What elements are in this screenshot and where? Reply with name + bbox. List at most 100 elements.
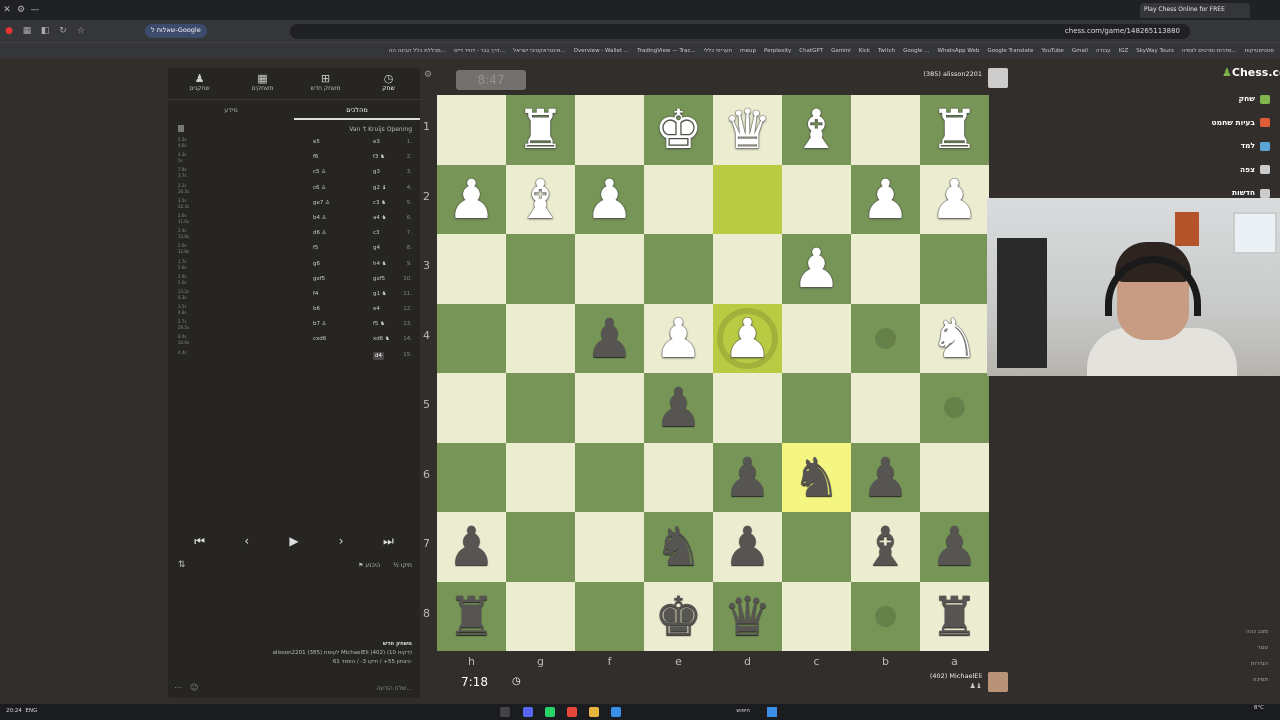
nav-bottom-item[interactable]: הגדרות — [1251, 661, 1268, 667]
flip-board-icon[interactable]: ⇅ — [178, 560, 186, 570]
bookmark-item[interactable]: אינטראקטיבי ישראל... — [513, 48, 566, 54]
black-move[interactable]: f5 — [313, 245, 318, 251]
square-h4[interactable] — [437, 303, 506, 373]
bookmark-item[interactable]: Google Translate — [987, 48, 1033, 54]
square-f2[interactable]: ♟ — [575, 164, 644, 234]
apps-icon[interactable]: ▦ — [18, 26, 36, 36]
square-h1[interactable] — [437, 95, 506, 165]
extension-icon[interactable]: ◧ — [36, 26, 54, 36]
square-g6[interactable] — [506, 442, 575, 512]
square-f4[interactable]: ♟ — [575, 303, 644, 374]
white-move[interactable]: f3 ♞ — [373, 154, 385, 160]
square-g8[interactable] — [506, 581, 575, 651]
nav-item[interactable]: צפה — [1240, 165, 1270, 174]
legal-move-dot[interactable] — [875, 605, 896, 627]
tab-players[interactable]: ♟ שחקנים — [168, 68, 231, 99]
next-move-button[interactable]: › — [322, 530, 361, 552]
square-f7[interactable] — [575, 512, 644, 582]
bookmark-item[interactable]: Kick — [859, 48, 870, 54]
square-a3[interactable] — [920, 234, 989, 304]
black-pawn-icon[interactable]: ♟ — [851, 443, 920, 513]
bookmark-item[interactable]: סדרות וסרטים לצפיה... — [1182, 48, 1237, 54]
square-h5[interactable] — [437, 373, 506, 443]
white-pawn-icon[interactable]: ♟ — [644, 304, 713, 374]
bookmark-item[interactable]: IGZ — [1119, 48, 1129, 54]
square-e5[interactable]: ♟ — [644, 373, 713, 443]
white-knight-icon[interactable]: ♞ — [920, 304, 989, 374]
tab-info[interactable]: מידע — [168, 100, 294, 120]
tab-games[interactable]: ▦ משחקים — [231, 68, 294, 99]
white-bishop-icon[interactable]: ♝ — [506, 165, 575, 235]
square-d7[interactable]: ♟ — [713, 512, 782, 582]
white-move[interactable]: g4 — [373, 245, 380, 251]
bookmark-item[interactable]: ChatGPT — [799, 48, 823, 54]
chrome-app-icon[interactable] — [567, 707, 577, 717]
bookmark-item[interactable]: מכללת כלל הבינה הה... — [389, 48, 446, 54]
square-h3[interactable] — [437, 234, 506, 304]
bookmark-item[interactable]: Google ... — [903, 48, 929, 54]
square-h6[interactable] — [437, 442, 506, 512]
square-g1[interactable]: ♜ — [506, 95, 575, 165]
black-pawn-icon[interactable]: ♟ — [575, 304, 644, 374]
white-pawn-icon[interactable]: ♟ — [920, 165, 989, 235]
reload-icon[interactable]: ↻ — [54, 26, 72, 36]
square-g7[interactable] — [506, 512, 575, 582]
square-e7[interactable]: ♞ — [644, 512, 713, 582]
square-c3[interactable]: ♟ — [782, 234, 851, 304]
opponent-avatar[interactable] — [988, 68, 1008, 88]
square-a1[interactable]: ♜ — [920, 95, 989, 165]
square-e1[interactable]: ♚ — [644, 95, 713, 165]
white-move[interactable]: g2 ♝ — [373, 185, 387, 191]
url-field[interactable]: chess.com/game/148265113880 — [290, 24, 1190, 39]
nav-bottom-item[interactable]: תמיכה — [1253, 677, 1268, 683]
black-move[interactable]: b4 ♙ — [313, 215, 327, 221]
minimize-icon[interactable]: — — [28, 5, 42, 15]
square-b8[interactable] — [851, 581, 920, 651]
windows-start-icon[interactable] — [767, 707, 777, 717]
black-move[interactable]: b6 — [313, 306, 320, 312]
white-pawn-icon[interactable]: ♟ — [713, 304, 782, 374]
black-move[interactable]: f4 — [313, 291, 318, 297]
square-c2[interactable] — [782, 164, 851, 234]
tab-new-game[interactable]: ⊞ משחק חדש — [294, 68, 357, 99]
bookmark-item[interactable]: תעריפי כללי — [704, 48, 732, 54]
white-rook-icon[interactable]: ♜ — [920, 95, 989, 165]
black-knight-icon[interactable]: ♞ — [782, 443, 851, 513]
resign-button[interactable]: ⚑ היכנע — [358, 562, 380, 569]
white-move[interactable]: f5 ♞ — [373, 321, 385, 327]
bookmark-item[interactable]: SkyWay Tours — [1136, 48, 1174, 54]
board-settings-icon[interactable]: ⚙ — [424, 70, 432, 80]
opponent-name[interactable]: (385) alisson2201 — [923, 70, 982, 78]
square-c7[interactable] — [782, 512, 851, 582]
square-f8[interactable] — [575, 581, 644, 651]
white-move[interactable]: gxf5 — [373, 276, 385, 282]
player-name[interactable]: (402) MichaelEli — [930, 672, 982, 680]
legal-move-dot[interactable] — [944, 397, 965, 418]
legal-move-dot[interactable] — [875, 327, 896, 349]
square-d8[interactable]: ♛ — [713, 581, 782, 651]
square-c8[interactable] — [782, 581, 851, 651]
black-move[interactable]: gxf5 — [313, 276, 325, 282]
bookmark-item[interactable]: YouTube — [1041, 48, 1063, 54]
square-e4[interactable]: ♟ — [644, 303, 713, 374]
record-icon[interactable]: ● — [0, 26, 18, 36]
bookmark-item[interactable]: סטטיסטיקות — [1245, 48, 1274, 54]
white-move[interactable]: c3 — [373, 230, 380, 236]
square-b4[interactable] — [851, 303, 920, 373]
square-a4[interactable]: ♞ — [920, 303, 989, 374]
square-c6[interactable]: ♞ — [782, 442, 851, 513]
obs-app-icon[interactable] — [500, 707, 510, 717]
bookmark-item[interactable]: דרך גבר - דוויד דייס... — [454, 48, 505, 54]
white-move[interactable]: g1 ♞ — [373, 291, 387, 297]
square-h2[interactable]: ♟ — [437, 164, 506, 234]
black-move[interactable]: cxd6 — [313, 336, 326, 342]
bookmark-item[interactable]: Gemini — [831, 48, 851, 54]
nav-bottom-item[interactable]: מצב כהה — [1246, 629, 1268, 635]
white-pawn-icon[interactable]: ♟ — [782, 234, 851, 304]
google-search-chip[interactable]: שאלות ל-Google — [145, 24, 207, 38]
black-move[interactable]: ge7 ♙ — [313, 200, 330, 206]
discord-app-icon[interactable] — [523, 707, 533, 717]
black-pawn-icon[interactable]: ♟ — [644, 373, 713, 443]
black-pawn-icon[interactable]: ♟ — [713, 512, 782, 582]
bookmark-item[interactable]: WhatsApp Web — [938, 48, 980, 54]
